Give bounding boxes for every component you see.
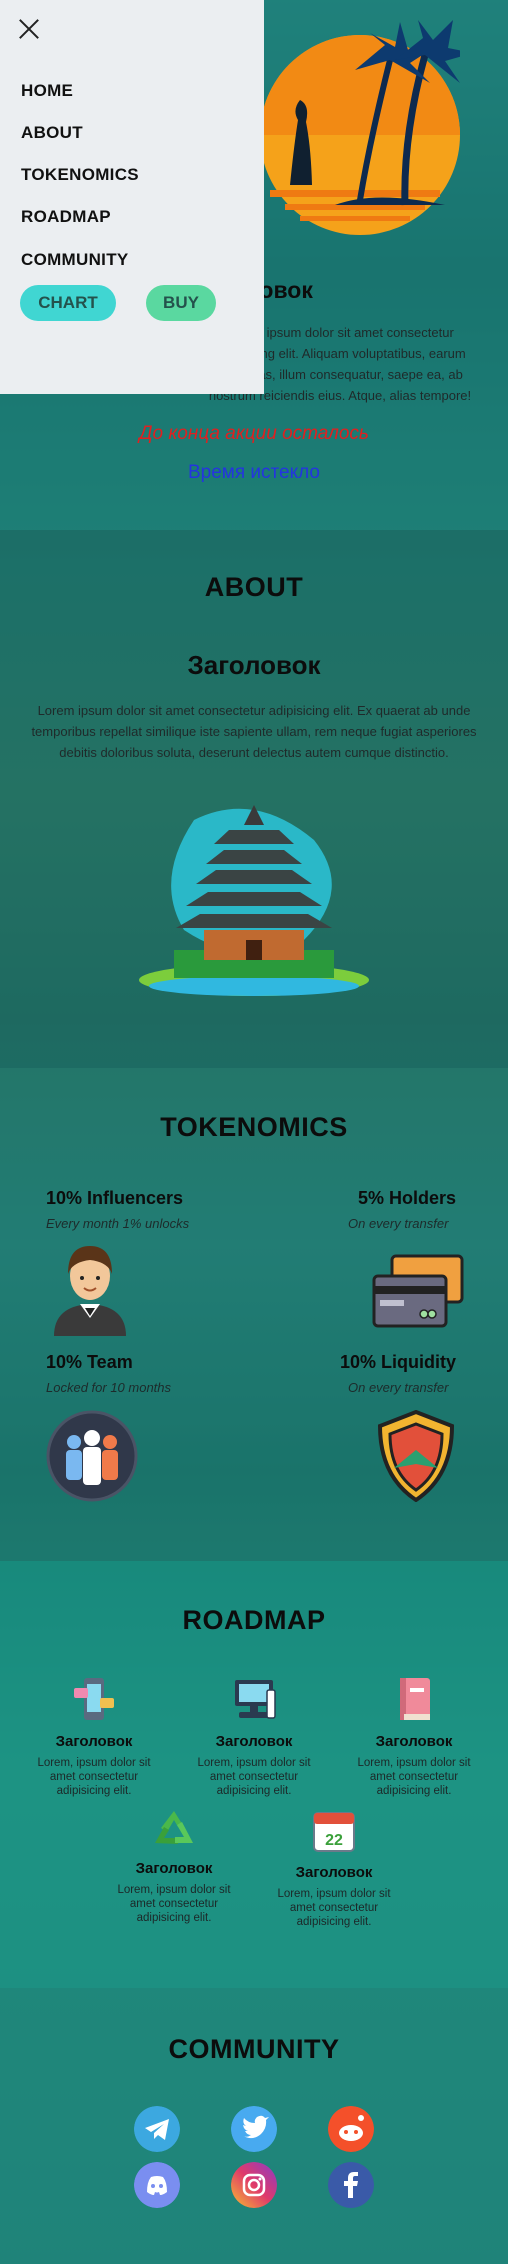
nav-menu: HOME ABOUT TOKENOMICS ROADMAP COMMUNITY …: [0, 0, 264, 394]
roadmap-item: Заголовок Lorem, ipsum dolor sit amet co…: [104, 1809, 244, 1925]
facebook-icon[interactable]: [328, 2162, 374, 2208]
about-section: ABOUT Заголовок Lorem ipsum dolor sit am…: [0, 530, 508, 1068]
chart-button[interactable]: CHART: [20, 285, 116, 321]
token-item-sub: Locked for 10 months: [46, 1380, 172, 1395]
roadmap-item: 22 Заголовок Lorem, ipsum dolor sit amet…: [264, 1809, 404, 1929]
roadmap-item-text: Lorem, ipsum dolor sit amet consectetur …: [117, 1884, 231, 1924]
roadmap-item: Заголовок Lorem, ipsum dolor sit amet co…: [184, 1676, 324, 1798]
sunset-island-illustration: [260, 20, 460, 235]
businessman-icon: [54, 1246, 126, 1336]
roadmap-item-text: Lorem, ipsum dolor sit amet consectetur …: [37, 1757, 151, 1797]
svg-text:22: 22: [325, 1832, 343, 1849]
token-item-sub: Every month 1% unlocks: [46, 1216, 190, 1231]
team-icon: [46, 1410, 138, 1502]
calendar-icon: 22: [313, 1812, 355, 1852]
temple-illustration: [139, 805, 369, 996]
book-icon: [400, 1678, 430, 1720]
menu-item-community[interactable]: COMMUNITY: [21, 250, 129, 270]
menu-item-about[interactable]: ABOUT: [21, 123, 83, 143]
roadmap-item: Заголовок Lorem, ipsum dolor sit amet co…: [24, 1676, 164, 1798]
buy-button[interactable]: BUY: [146, 285, 216, 321]
community-section: COMMUNITY: [0, 1988, 508, 2264]
reddit-icon[interactable]: [328, 2106, 374, 2152]
about-title: Заголовок: [187, 650, 321, 680]
close-icon[interactable]: [18, 18, 40, 40]
computer-icon: [235, 1680, 276, 1719]
roadmap-item-title: Заголовок: [375, 1733, 453, 1750]
about-heading: ABOUT: [204, 572, 304, 602]
token-item-title: 10% Liquidity: [340, 1352, 457, 1372]
community-heading: COMMUNITY: [168, 2034, 340, 2064]
instagram-icon[interactable]: [231, 2162, 277, 2208]
roadmap-item-text: Lorem, ipsum dolor sit amet consectetur …: [357, 1757, 471, 1797]
token-item-title: 10% Influencers: [46, 1188, 184, 1208]
token-item-title: 5% Holders: [358, 1188, 457, 1208]
roadmap-item: Заголовок Lorem, ipsum dolor sit amet co…: [344, 1676, 484, 1798]
discord-icon[interactable]: [134, 2162, 180, 2208]
roadmap-item-title: Заголовок: [215, 1733, 293, 1750]
smartphone-chat-icon: [74, 1678, 114, 1720]
shield-icon: [377, 1410, 455, 1502]
timer-label: До конца акции осталось: [139, 423, 369, 444]
twitter-icon[interactable]: [231, 2106, 277, 2152]
recycle-icon: [155, 1811, 193, 1844]
about-text: Lorem ipsum dolor sit amet consectetur a…: [31, 703, 477, 760]
tokenomics-heading: TOKENOMICS: [160, 1112, 348, 1142]
token-item-sub: On every transfer: [348, 1216, 449, 1231]
roadmap-heading: ROADMAP: [182, 1605, 326, 1635]
credit-card-icon: [372, 1254, 464, 1328]
timer-value: Время истекло: [188, 462, 320, 483]
token-item-title: 10% Team: [46, 1352, 133, 1372]
menu-item-tokenomics[interactable]: TOKENOMICS: [21, 165, 139, 185]
menu-item-roadmap[interactable]: ROADMAP: [21, 207, 111, 227]
roadmap-item-title: Заголовок: [135, 1860, 213, 1877]
roadmap-section: ROADMAP Заголовок Lorem, ipsum dolor sit…: [0, 1561, 508, 1988]
tokenomics-section: TOKENOMICS 10% Influencers Every month 1…: [0, 1068, 508, 1561]
menu-item-home[interactable]: HOME: [21, 81, 73, 101]
roadmap-item-title: Заголовок: [295, 1864, 373, 1881]
telegram-icon[interactable]: [134, 2106, 180, 2152]
token-item-sub: On every transfer: [348, 1380, 449, 1395]
roadmap-item-text: Lorem, ipsum dolor sit amet consectetur …: [197, 1757, 311, 1797]
roadmap-item-text: Lorem, ipsum dolor sit amet consectetur …: [277, 1888, 391, 1928]
roadmap-item-title: Заголовок: [55, 1733, 133, 1750]
